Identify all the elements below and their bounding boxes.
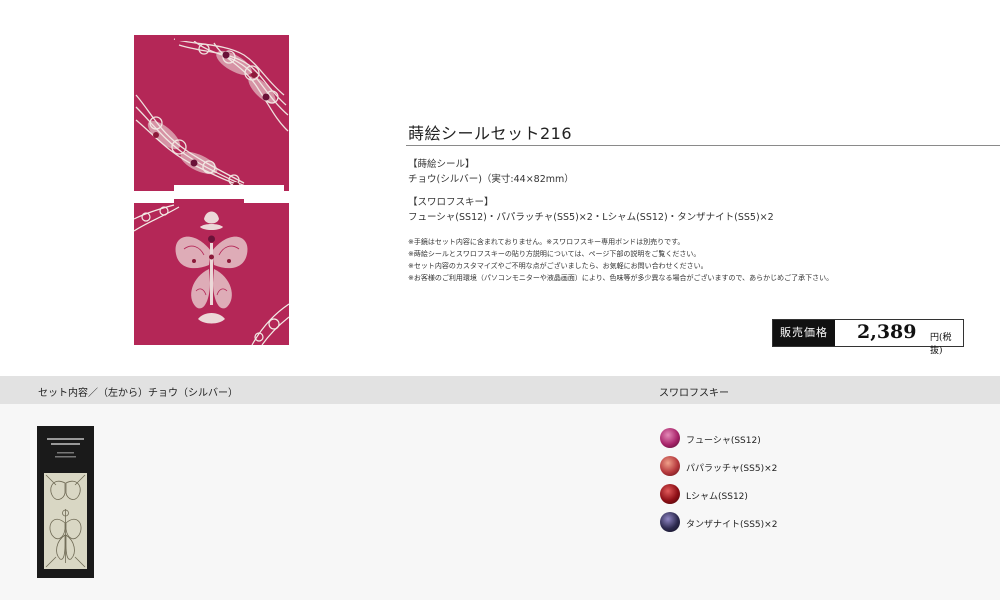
padparadscha-swatch: [660, 456, 680, 476]
swarovski-section-heading: スワロフスキー: [659, 388, 729, 399]
sticker-card-bottom: [134, 199, 289, 345]
set-contents-heading: セット内容／（左から）チョウ（シルバー）: [38, 388, 238, 399]
swarovski-item-label: タンザナイト(SS5)×2: [686, 520, 778, 530]
sticker-package-image: [37, 426, 94, 578]
note-line: ※蒔絵シールとスワロフスキーの貼り方説明については、ページ下部の説明をご覧くださ…: [408, 250, 701, 258]
set-contents-area: [0, 404, 1000, 600]
fuchsia-swatch: [660, 428, 680, 448]
price-box: 販売価格 2,389 円(税抜): [772, 319, 964, 356]
tanzanite-swatch: [660, 512, 680, 532]
product-image: [134, 35, 289, 346]
light-siam-swatch: [660, 484, 680, 504]
swarovski-heading: 【スワロフスキー】: [408, 197, 494, 208]
price-value: 2,389: [857, 321, 917, 343]
lace-corner-pattern: [135, 38, 289, 191]
maki-detail: チョウ(シルバー)（実寸:44×82mm）: [408, 174, 574, 185]
note-line: ※セット内容のカスタマイズやご不明な点がございましたら、お気軽にお問い合わせくだ…: [408, 262, 708, 270]
package-sticker-sheet: [44, 473, 87, 569]
swarovski-item-label: フューシャ(SS12): [686, 436, 761, 446]
title-divider: [406, 145, 1000, 146]
price-unit: 円(税抜): [930, 333, 952, 356]
sticker-card-top: [134, 35, 289, 191]
swarovski-detail: フューシャ(SS12)・パパラッチャ(SS5)×2・Lシャム(SS12)・タンザ…: [408, 212, 774, 223]
note-line: ※手鏡はセット内容に含まれておりません。※スワロフスキー専用ボンドは別売りです。: [408, 238, 685, 246]
section-header-bar: セット内容／（左から）チョウ（シルバー） スワロフスキー: [0, 376, 1000, 404]
price-label: 販売価格: [773, 320, 835, 346]
swarovski-item-label: パパラッチャ(SS5)×2: [686, 464, 778, 474]
swarovski-item-label: Lシャム(SS12): [686, 492, 748, 502]
package-brand-mark: [37, 436, 94, 467]
maki-heading: 【蒔絵シール】: [408, 159, 475, 170]
note-line: ※お客様のご利用環境（パソコンモニターや液晶画面）により、色味等が多少異なる場合…: [408, 274, 834, 282]
card-tab: [175, 35, 246, 41]
product-title: 蒔絵シールセット216: [408, 124, 573, 143]
butterfly-lace-pattern: [134, 199, 289, 345]
